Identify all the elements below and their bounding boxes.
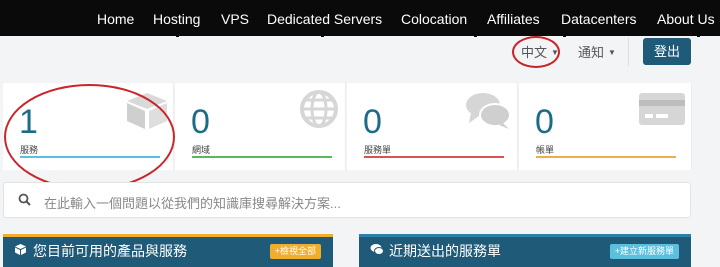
nav-vps[interactable]: VPS [221,10,249,28]
nav-hosting[interactable]: Hosting [153,10,200,28]
tile-underline [536,156,676,158]
tile-invoices[interactable]: 0 帳單 [519,83,692,170]
open-new-ticket-button[interactable]: +建立新服務單 [609,244,679,259]
logout-button[interactable]: 登出 [643,38,691,65]
panel-recent-tickets: 近期送出的服務單 +建立新服務單 [359,234,691,267]
credit-card-icon [639,93,685,125]
nav-datacenters[interactable]: Datacenters [561,10,636,28]
tile-tickets[interactable]: 0 服務單 [347,83,518,170]
notifications-label: 通知 [578,45,605,60]
highlight-circle [4,84,175,190]
cube-icon [15,244,26,255]
nav-about-us[interactable]: About Us [657,10,715,28]
search-icon [18,193,31,206]
globe-icon [300,90,338,128]
highlight-circle [512,36,560,68]
comments-icon [466,93,511,129]
tile-underline [192,156,332,158]
nav-affiliates[interactable]: Affiliates [487,10,540,28]
knowledgebase-search-input[interactable]: 在此輸入一個問題以從我們的知識庫搜尋解決方案... [3,182,691,218]
tile-count: 0 [535,103,554,141]
panel-title: 您目前可用的產品與服務 [33,243,187,259]
tile-count: 0 [191,103,210,141]
nav-dropdown-indicator [697,33,700,37]
caret-down-icon: ▼ [608,48,616,57]
tile-domains[interactable]: 0 網域 [175,83,346,170]
panel-active-services: 您目前可用的產品與服務 +檢視全部 [3,234,333,267]
nav-dropdown-indicator [474,33,477,37]
tile-count: 0 [363,103,382,141]
tile-label: 帳單 [536,145,555,155]
nav-dropdown-indicator [176,33,179,37]
search-placeholder: 在此輸入一個問題以從我們的知識庫搜尋解決方案... [44,196,341,211]
panel-title: 近期送出的服務單 [389,243,501,259]
top-navbar: Home Hosting VPS Dedicated Servers Coloc… [0,0,720,36]
nav-dropdown-indicator [321,33,324,37]
tile-underline [364,156,504,158]
nav-dropdown-indicator [563,33,566,37]
nav-colocation[interactable]: Colocation [401,10,467,28]
nav-home[interactable]: Home [97,10,134,28]
view-all-button[interactable]: +檢視全部 [269,244,321,259]
notifications-menu[interactable]: 通知 ▼ [578,42,616,61]
nav-dedicated-servers[interactable]: Dedicated Servers [267,10,382,28]
tile-label: 服務單 [364,145,392,155]
divider [628,38,629,66]
comments-icon [370,244,384,255]
tile-label: 網域 [192,145,211,155]
